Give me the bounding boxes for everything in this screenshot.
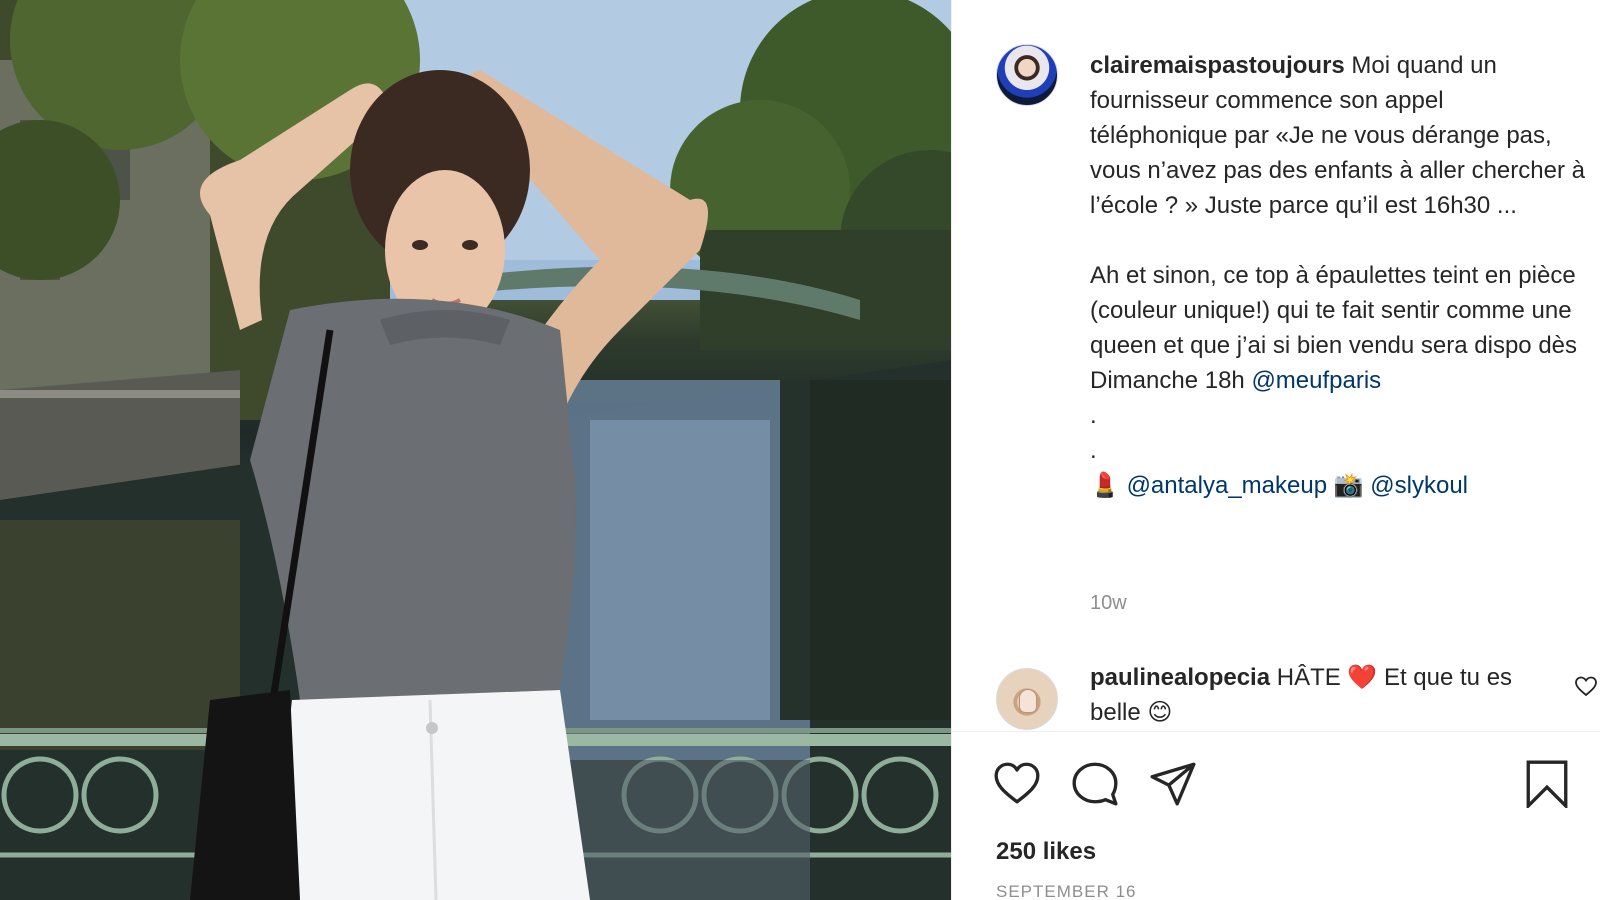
author-avatar[interactable] xyxy=(996,44,1058,106)
post-actions: 250 likes SEPTEMBER 16 xyxy=(952,732,1600,900)
caption-dot: . xyxy=(1090,437,1097,464)
mention-link[interactable]: @slykoul xyxy=(1370,472,1468,499)
comments-scroll-area[interactable]: clairemaispastoujours Moi quand un fourn… xyxy=(952,0,1600,732)
commenter-avatar[interactable] xyxy=(996,668,1058,730)
post-caption: clairemaispastoujours Moi quand un fourn… xyxy=(1090,48,1586,503)
lipstick-emoji-icon: 💄 xyxy=(1090,472,1120,499)
post-time-ago[interactable]: 10w xyxy=(1090,592,1127,615)
comment-text: paulinealopecia HÂTE ❤️ Et que tu es bel… xyxy=(1090,660,1530,730)
comment-icon[interactable] xyxy=(1070,758,1120,808)
bookmark-icon[interactable] xyxy=(1522,758,1572,808)
caption-dot: . xyxy=(1090,402,1097,429)
mention-link[interactable]: @meufparis xyxy=(1251,367,1381,394)
heart-icon[interactable] xyxy=(992,758,1042,808)
comment-like-heart-icon[interactable] xyxy=(1574,674,1598,698)
author-username[interactable]: clairemaispastoujours xyxy=(1090,52,1345,79)
post-photo[interactable] xyxy=(0,0,951,900)
camera-emoji-icon: 📸 xyxy=(1333,472,1364,499)
paper-plane-icon[interactable] xyxy=(1148,758,1198,808)
mention-link[interactable]: @antalya_makeup xyxy=(1127,472,1327,499)
post-details-panel: clairemaispastoujours Moi quand un fourn… xyxy=(951,0,1600,900)
photo-illustration xyxy=(0,0,951,900)
likes-count[interactable]: 250 likes xyxy=(996,838,1096,866)
comment-item: paulinealopecia HÂTE ❤️ Et que tu es bel… xyxy=(996,660,1597,731)
commenter-username[interactable]: paulinealopecia xyxy=(1090,664,1270,691)
post-date: SEPTEMBER 16 xyxy=(996,882,1137,900)
